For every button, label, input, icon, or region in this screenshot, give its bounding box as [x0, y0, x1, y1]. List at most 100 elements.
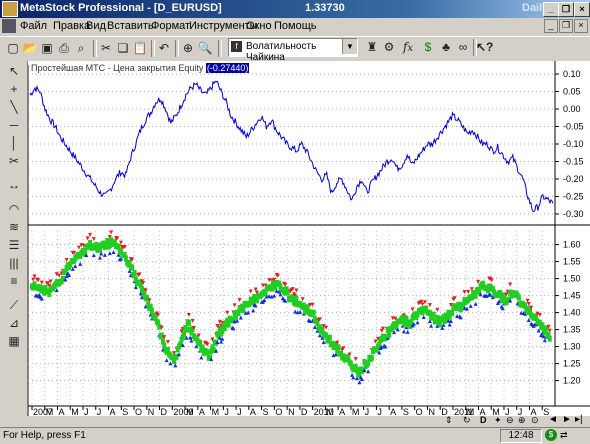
cycle-lines-icon[interactable]: |||	[6, 255, 22, 271]
period-d-icon[interactable]: ↻	[463, 415, 471, 426]
sell-arrow	[190, 318, 195, 323]
price-bar-mark	[186, 320, 191, 327]
copy-icon[interactable]: ❏	[115, 40, 131, 56]
paste-icon[interactable]: 📋	[132, 40, 148, 56]
x-tick-label: A	[199, 407, 205, 416]
connection-icon[interactable]: $	[545, 429, 557, 441]
y-tick-label: -0.30	[563, 209, 584, 219]
fibonacci-icon[interactable]: ≡	[6, 273, 22, 289]
x-tick-label: A	[110, 407, 116, 416]
toolbar-separator	[175, 40, 179, 57]
chart-area[interactable]: 0.10 0.05 0.00 -0.05 -0.10 -0.15 -0.20 -0.25 -0.…	[28, 61, 590, 416]
network-icon[interactable]: ⇄	[560, 429, 586, 441]
window-title: MetaStock Professional - [D_EURUSD]	[20, 2, 222, 14]
x-tick-label: A	[250, 407, 256, 416]
buy-arrow	[164, 358, 169, 363]
menu-view[interactable]: Вид	[86, 20, 106, 32]
arc-icon[interactable]: ◠	[6, 201, 22, 217]
chevron-down-icon[interactable]: ▼	[342, 39, 357, 54]
app-icon[interactable]	[2, 1, 18, 17]
zoom-out-icon[interactable]: ⊖	[506, 415, 514, 426]
x-tick-label: S	[122, 407, 128, 416]
buy-arrow	[78, 261, 83, 266]
zoom-in-icon[interactable]: ✦	[494, 415, 502, 426]
y-tick-label: 1.20	[563, 376, 581, 386]
buy-arrow	[415, 320, 420, 325]
fx-icon[interactable]: fx	[400, 39, 416, 55]
x-tick-label: J	[377, 407, 382, 416]
binoculars-icon[interactable]: ∞	[455, 39, 471, 55]
menu-format[interactable]: Формат	[151, 20, 190, 32]
restore-button[interactable]: ❐	[558, 2, 574, 17]
fan-lines-icon[interactable]: ⊿	[6, 315, 22, 331]
x-tick-label: J	[365, 407, 370, 416]
menu-file[interactable]: Файл	[20, 20, 47, 32]
link-icon[interactable]: ⇕	[445, 415, 453, 426]
dollar-icon[interactable]: $	[420, 39, 436, 55]
buy-arrow	[97, 255, 102, 260]
menu-help[interactable]: Помощь	[274, 20, 317, 32]
crosshair-icon[interactable]: ⊕	[180, 40, 196, 56]
close-button[interactable]: ×	[574, 2, 590, 17]
sell-arrow	[88, 232, 93, 237]
y-tick-label: -0.25	[563, 192, 584, 202]
buy-arrow	[246, 310, 251, 315]
y-tick-label: 1.40	[563, 308, 581, 318]
scroll-left-button[interactable]: ◄	[548, 414, 558, 425]
y-tick-label: 1.50	[563, 274, 581, 284]
zoom-icon[interactable]: 🔍	[197, 40, 213, 56]
sell-arrow	[300, 297, 305, 302]
document-icon[interactable]	[2, 19, 16, 33]
x-tick-label: J	[237, 407, 242, 416]
help-icon[interactable]: ↖?	[476, 39, 493, 55]
equity-title: Простейшая МТС - Цена закрытия Equity (-…	[31, 63, 250, 73]
buy-arrow	[429, 323, 434, 328]
print-preview-icon[interactable]: ⌕	[73, 40, 89, 56]
channel-icon[interactable]: ☰	[6, 237, 22, 253]
scroll-end-icon[interactable]: ▸|	[575, 414, 583, 425]
print-icon[interactable]: ⎙	[56, 40, 72, 56]
gann-icon[interactable]: ⟋	[6, 297, 22, 313]
expert-icon[interactable]: ♜	[364, 39, 380, 55]
scissors-icon[interactable]: ✂	[6, 153, 22, 169]
trendline-icon[interactable]: ╲	[6, 99, 22, 115]
fan-icon[interactable]: ≋	[6, 219, 22, 235]
current-price: 1.33730	[305, 2, 345, 14]
minimize-button[interactable]: _	[543, 2, 559, 17]
mdi-minimize-button[interactable]: _	[544, 19, 558, 33]
undo-icon[interactable]: ↶	[156, 40, 172, 56]
new-icon[interactable]: ▢	[5, 40, 21, 56]
sell-arrow	[186, 313, 191, 318]
chart-canvas[interactable]: 0.10 0.05 0.00 -0.05 -0.10 -0.15 -0.20 -0.25 -0.…	[28, 61, 590, 416]
save-icon[interactable]: ▣	[39, 40, 55, 56]
sell-arrow	[476, 279, 481, 284]
horizontal-line-icon[interactable]: ─	[6, 117, 22, 133]
reset-icon[interactable]: ⊕	[518, 415, 526, 426]
scroll-icon[interactable]: ⊙	[531, 415, 539, 426]
spread-icon[interactable]: ↔	[6, 177, 22, 193]
crosshair-tool-icon[interactable]: +	[6, 81, 22, 97]
mdi-close-button[interactable]: ×	[574, 19, 588, 33]
indicator-dropdown[interactable]: f Волатильность Чайкина ▼	[228, 38, 358, 63]
cut-icon[interactable]: ✂	[98, 40, 114, 56]
price-bar-mark	[327, 334, 332, 341]
vertical-line-icon[interactable]: │	[6, 135, 22, 151]
buy-arrow	[447, 322, 452, 327]
pointer-icon[interactable]: ↖	[6, 63, 22, 79]
chart-scrollbar[interactable]: ⇕ ↻ D ✦ ⊖ ⊕ ⊙ ◄ ► ▸|	[0, 414, 590, 427]
mdi-restore-button[interactable]: ❐	[559, 19, 573, 33]
menu-edit[interactable]: Правка	[53, 20, 90, 32]
menu-insert[interactable]: Вставить	[107, 20, 154, 32]
price-bar-mark	[294, 295, 299, 302]
explorer-icon[interactable]: ♣	[438, 39, 454, 55]
x-tick-label: D	[301, 407, 308, 416]
x-tick-label: O	[275, 407, 282, 416]
sell-arrow	[324, 325, 329, 330]
scroll-right-button[interactable]: ►	[562, 414, 572, 425]
daily-period-icon[interactable]: D	[480, 415, 487, 425]
menu-window[interactable]: Окно	[246, 20, 272, 32]
x-tick-label: O	[416, 407, 423, 416]
grid-pattern-icon[interactable]: ▦	[6, 333, 22, 349]
open-icon[interactable]: 📂	[22, 40, 38, 56]
system-tester-icon[interactable]: ⚙	[381, 39, 397, 55]
